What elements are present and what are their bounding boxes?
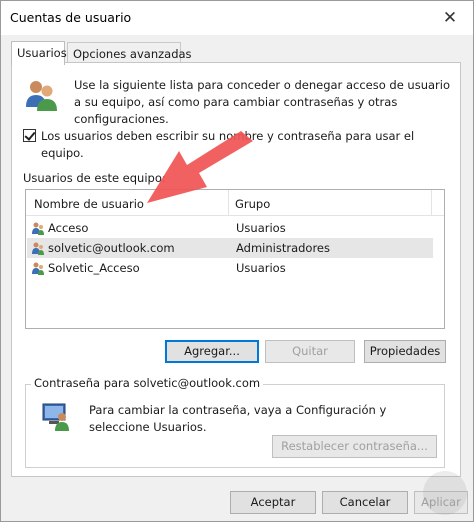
password-groupbox-legend: Contraseña para solvetic@outlook.com bbox=[31, 376, 264, 390]
column-header-username[interactable]: Nombre de usuario bbox=[34, 197, 144, 211]
user-password-icon bbox=[42, 403, 69, 431]
close-icon[interactable]: ✕ bbox=[433, 5, 467, 31]
window-title: Cuentas de usuario bbox=[10, 10, 132, 25]
add-user-button[interactable]: Agregar... bbox=[165, 340, 259, 363]
intro-text: Use la siguiente lista para conceder o d… bbox=[74, 78, 451, 126]
remove-user-button[interactable]: Quitar bbox=[265, 340, 355, 363]
properties-button[interactable]: Propiedades bbox=[364, 340, 446, 363]
table-row[interactable]: solvetic@outlook.com Administradores bbox=[27, 238, 433, 258]
user-name: Solvetic_Acceso bbox=[48, 261, 140, 275]
user-icon bbox=[32, 222, 44, 235]
ok-button[interactable]: Aceptar bbox=[230, 491, 316, 514]
tab-advanced-options[interactable]: Opciones avanzadas bbox=[67, 42, 192, 64]
cancel-button[interactable]: Cancelar bbox=[322, 491, 408, 514]
user-accounts-dialog: Cuentas de usuario ✕ Usuarios Opciones a… bbox=[0, 0, 474, 522]
table-row[interactable]: Acceso Usuarios bbox=[27, 218, 433, 238]
annotation-arrow-icon bbox=[147, 131, 253, 203]
password-help-text: Para cambiar la contraseña, vaya a Confi… bbox=[89, 403, 387, 434]
column-divider[interactable] bbox=[431, 190, 432, 216]
user-icon bbox=[32, 262, 44, 275]
user-name: solvetic@outlook.com bbox=[48, 241, 175, 255]
watermark-logo bbox=[423, 471, 467, 515]
table-row[interactable]: Solvetic_Acceso Usuarios bbox=[27, 258, 433, 278]
require-login-checkbox[interactable] bbox=[23, 129, 36, 142]
title-bar: Cuentas de usuario ✕ bbox=[1, 1, 473, 35]
tab-users[interactable]: Usuarios bbox=[11, 41, 67, 65]
users-icon bbox=[26, 81, 57, 111]
user-name: Acceso bbox=[48, 221, 89, 235]
user-icon bbox=[32, 242, 44, 255]
user-group: Usuarios bbox=[236, 261, 286, 275]
user-group: Administradores bbox=[236, 241, 330, 255]
user-group: Usuarios bbox=[236, 221, 286, 235]
reset-password-button[interactable]: Restablecer contraseña... bbox=[272, 435, 437, 458]
